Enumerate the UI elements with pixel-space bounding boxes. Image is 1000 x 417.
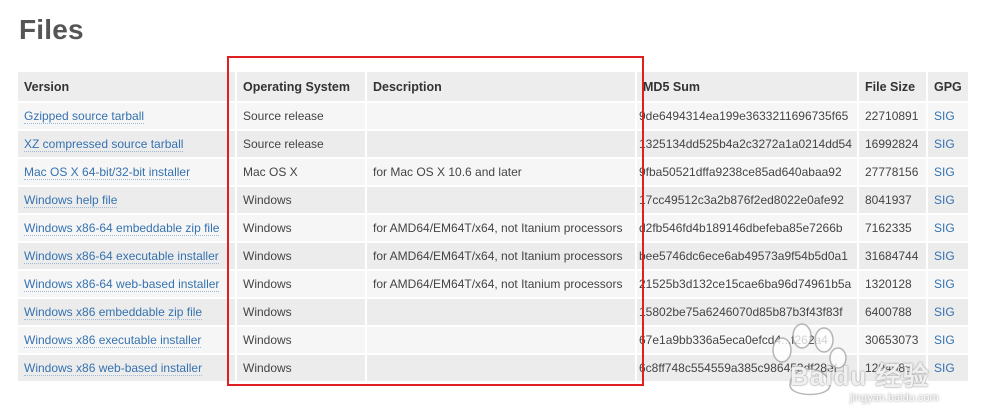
description-cell bbox=[366, 298, 637, 327]
table-row: Windows x86 executable installer Windows… bbox=[18, 326, 970, 355]
os-cell: Windows bbox=[236, 270, 367, 299]
gpg-cell: SIG bbox=[927, 214, 970, 243]
file-size-cell: 31684744 bbox=[858, 242, 928, 271]
version-cell: Windows x86 embeddable zip file bbox=[18, 298, 237, 327]
description-cell: for AMD64/EM64T/x64, not Itanium process… bbox=[366, 242, 637, 271]
os-cell: Windows bbox=[236, 298, 367, 327]
sig-link[interactable]: SIG bbox=[934, 305, 955, 319]
version-cell: Windows x86-64 embeddable zip file bbox=[18, 214, 237, 243]
table-row: Windows x86-64 web-based installer Windo… bbox=[18, 270, 970, 299]
sig-link[interactable]: SIG bbox=[934, 109, 955, 123]
sig-link[interactable]: SIG bbox=[934, 165, 955, 179]
watermark-brand-text: Baidu 经验 bbox=[790, 361, 930, 391]
md5-cell: 9de6494314ea199e3633211696735f65 bbox=[636, 102, 859, 131]
table-row: Mac OS X 64-bit/32-bit installer Mac OS … bbox=[18, 158, 970, 187]
os-cell: Mac OS X bbox=[236, 158, 367, 187]
version-cell: Gzipped source tarball bbox=[18, 102, 237, 131]
table-row: Gzipped source tarball Source release 9d… bbox=[18, 102, 970, 131]
os-cell: Windows bbox=[236, 214, 367, 243]
gpg-cell: SIG bbox=[927, 186, 970, 215]
sig-link[interactable]: SIG bbox=[934, 277, 955, 291]
files-page: Files Version Operating System Descripti… bbox=[0, 0, 1000, 417]
file-size-cell: 16992824 bbox=[858, 130, 928, 159]
header-file-size: File Size bbox=[858, 72, 928, 103]
md5-cell: 21525b3d132ce15cae6ba96d74961b5a bbox=[636, 270, 859, 299]
sig-link[interactable]: SIG bbox=[934, 137, 955, 151]
version-cell: Windows x86 web-based installer bbox=[18, 354, 237, 383]
version-cell: Windows help file bbox=[18, 186, 237, 215]
gpg-cell: SIG bbox=[927, 130, 970, 159]
sig-link[interactable]: SIG bbox=[934, 193, 955, 207]
header-md5-sum: MD5 Sum bbox=[636, 72, 859, 103]
gpg-cell: SIG bbox=[927, 270, 970, 299]
version-link[interactable]: Windows x86-64 web-based installer bbox=[24, 277, 220, 292]
md5-cell: 1325134dd525b4a2c3272a1a0214dd54 bbox=[636, 130, 859, 159]
table-header-row: Version Operating System Description MD5… bbox=[18, 72, 970, 103]
os-cell: Windows bbox=[236, 326, 367, 355]
header-description: Description bbox=[366, 72, 637, 103]
description-cell: for Mac OS X 10.6 and later bbox=[366, 158, 637, 187]
md5-cell: 15802be75a6246070d85b87b3f43f83f bbox=[636, 298, 859, 327]
table-row: Windows help file Windows 17cc49512c3a2b… bbox=[18, 186, 970, 215]
md5-cell: bee5746dc6ece6ab49573a9f54b5d0a1 bbox=[636, 242, 859, 271]
file-size-cell: 1320128 bbox=[858, 270, 928, 299]
version-cell: XZ compressed source tarball bbox=[18, 130, 237, 159]
description-cell bbox=[366, 354, 637, 383]
sig-link[interactable]: SIG bbox=[934, 333, 955, 347]
file-size-cell: 6400788 bbox=[858, 298, 928, 327]
table-row: Windows x86-64 embeddable zip file Windo… bbox=[18, 214, 970, 243]
watermark-url-text: jingyan.baidu.com bbox=[850, 392, 939, 404]
version-link[interactable]: Windows x86-64 executable installer bbox=[24, 249, 219, 264]
os-cell: Windows bbox=[236, 242, 367, 271]
md5-cell: 17cc49512c3a2b876f2ed8022e0afe92 bbox=[636, 186, 859, 215]
table-row: XZ compressed source tarball Source rele… bbox=[18, 130, 970, 159]
table-row: Windows x86-64 executable installer Wind… bbox=[18, 242, 970, 271]
gpg-cell: SIG bbox=[927, 298, 970, 327]
files-table: Version Operating System Description MD5… bbox=[18, 72, 970, 383]
description-cell bbox=[366, 102, 637, 131]
version-cell: Windows x86-64 web-based installer bbox=[18, 270, 237, 299]
version-link[interactable]: Mac OS X 64-bit/32-bit installer bbox=[24, 165, 191, 180]
sig-link[interactable]: SIG bbox=[934, 221, 955, 235]
md5-cell: 67e1a9bb336a5eca0efcd4...f262a4 bbox=[636, 326, 859, 355]
description-cell bbox=[366, 326, 637, 355]
version-cell: Windows x86 executable installer bbox=[18, 326, 237, 355]
os-cell: Source release bbox=[236, 102, 367, 131]
version-link[interactable]: Windows x86-64 embeddable zip file bbox=[24, 221, 220, 236]
file-size-cell: 7162335 bbox=[858, 214, 928, 243]
gpg-cell: SIG bbox=[927, 326, 970, 355]
os-cell: Source release bbox=[236, 130, 367, 159]
file-size-cell: 30653073 bbox=[858, 326, 928, 355]
description-cell: for AMD64/EM64T/x64, not Itanium process… bbox=[366, 214, 637, 243]
page-title: Files bbox=[19, 14, 84, 45]
md5-cell: 9fba50521dffa9238ce85ad640abaa92 bbox=[636, 158, 859, 187]
table-row: Windows x86 embeddable zip file Windows … bbox=[18, 298, 970, 327]
gpg-cell: SIG bbox=[927, 354, 970, 383]
version-link[interactable]: Windows x86 embeddable zip file bbox=[24, 305, 203, 320]
file-size-cell: 27778156 bbox=[858, 158, 928, 187]
header-version: Version bbox=[18, 72, 237, 103]
version-cell: Windows x86-64 executable installer bbox=[18, 242, 237, 271]
version-link[interactable]: XZ compressed source tarball bbox=[24, 137, 184, 152]
description-cell: for AMD64/EM64T/x64, not Itanium process… bbox=[366, 270, 637, 299]
version-cell: Mac OS X 64-bit/32-bit installer bbox=[18, 158, 237, 187]
os-cell: Windows bbox=[236, 186, 367, 215]
header-operating-system: Operating System bbox=[236, 72, 367, 103]
gpg-cell: SIG bbox=[927, 102, 970, 131]
gpg-cell: SIG bbox=[927, 242, 970, 271]
description-cell bbox=[366, 186, 637, 215]
version-link[interactable]: Gzipped source tarball bbox=[24, 109, 145, 124]
file-size-cell: 22710891 bbox=[858, 102, 928, 131]
version-link[interactable]: Windows help file bbox=[24, 193, 118, 208]
header-gpg: GPG bbox=[927, 72, 970, 103]
version-link[interactable]: Windows x86 executable installer bbox=[24, 333, 202, 348]
version-link[interactable]: Windows x86 web-based installer bbox=[24, 361, 203, 376]
gpg-cell: SIG bbox=[927, 158, 970, 187]
md5-cell: d2fb546fd4b189146dbefeba85e7266b bbox=[636, 214, 859, 243]
os-cell: Windows bbox=[236, 354, 367, 383]
sig-link[interactable]: SIG bbox=[934, 361, 955, 375]
sig-link[interactable]: SIG bbox=[934, 249, 955, 263]
description-cell bbox=[366, 130, 637, 159]
file-size-cell: 8041937 bbox=[858, 186, 928, 215]
